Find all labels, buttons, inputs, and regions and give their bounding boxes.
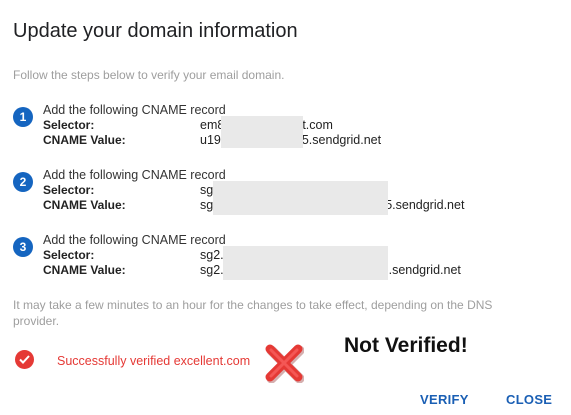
redaction-block — [223, 246, 388, 280]
cname-value-suffix: 5.sendgrid.net — [385, 198, 465, 212]
step-2: 2 Add the following CNAME record Selecto… — [13, 168, 553, 216]
step-heading: Add the following CNAME record — [43, 168, 226, 182]
selector-value: sg2. — [200, 248, 224, 262]
step-number-badge: 1 — [13, 107, 33, 127]
cname-value-suffix: 5.sendgrid.net — [301, 133, 382, 147]
cname-value-suffix: 5.sendgrid.net — [381, 263, 461, 277]
close-button[interactable]: CLOSE — [506, 392, 552, 407]
propagation-note: It may take a few minutes to an hour for… — [13, 298, 493, 328]
dialog-title: Update your domain information — [13, 20, 298, 42]
cname-label: CNAME Value: — [43, 198, 126, 212]
step-3: 3 Add the following CNAME record Selecto… — [13, 233, 553, 281]
redaction-block — [221, 116, 303, 148]
selector-value-prefix: sg — [200, 183, 214, 197]
cname-value-prefix: sg — [200, 198, 214, 212]
cname-label: CNAME Value: — [43, 263, 126, 277]
selector-value-suffix: t.com — [302, 118, 333, 132]
step-heading: Add the following CNAME record — [43, 103, 226, 117]
step-1: 1 Add the following CNAME record Selecto… — [13, 103, 553, 151]
selector-label: Selector: — [43, 118, 95, 132]
red-x-icon — [264, 343, 305, 384]
cname-value-prefix: u19 — [200, 133, 221, 147]
step-number-badge: 2 — [13, 172, 33, 192]
selector-label: Selector: — [43, 183, 95, 197]
verify-button[interactable]: VERIFY — [420, 392, 469, 407]
step-heading: Add the following CNAME record — [43, 233, 226, 247]
cname-value-prefix: sg2. — [200, 263, 224, 277]
domain-verification-dialog: Update your domain information Follow th… — [0, 0, 571, 415]
step-number-badge: 3 — [13, 237, 33, 257]
not-verified-annotation: Not Verified! — [344, 334, 468, 357]
check-circle-icon — [15, 350, 34, 369]
redaction-block — [213, 181, 388, 215]
selector-label: Selector: — [43, 248, 95, 262]
selector-value: sg — [200, 183, 213, 197]
cname-label: CNAME Value: — [43, 133, 126, 147]
selector-value-prefix: sg2. — [200, 248, 224, 262]
dialog-intro: Follow the steps below to verify your em… — [13, 68, 285, 82]
status-message: Successfully verified excellent.com — [57, 354, 251, 368]
